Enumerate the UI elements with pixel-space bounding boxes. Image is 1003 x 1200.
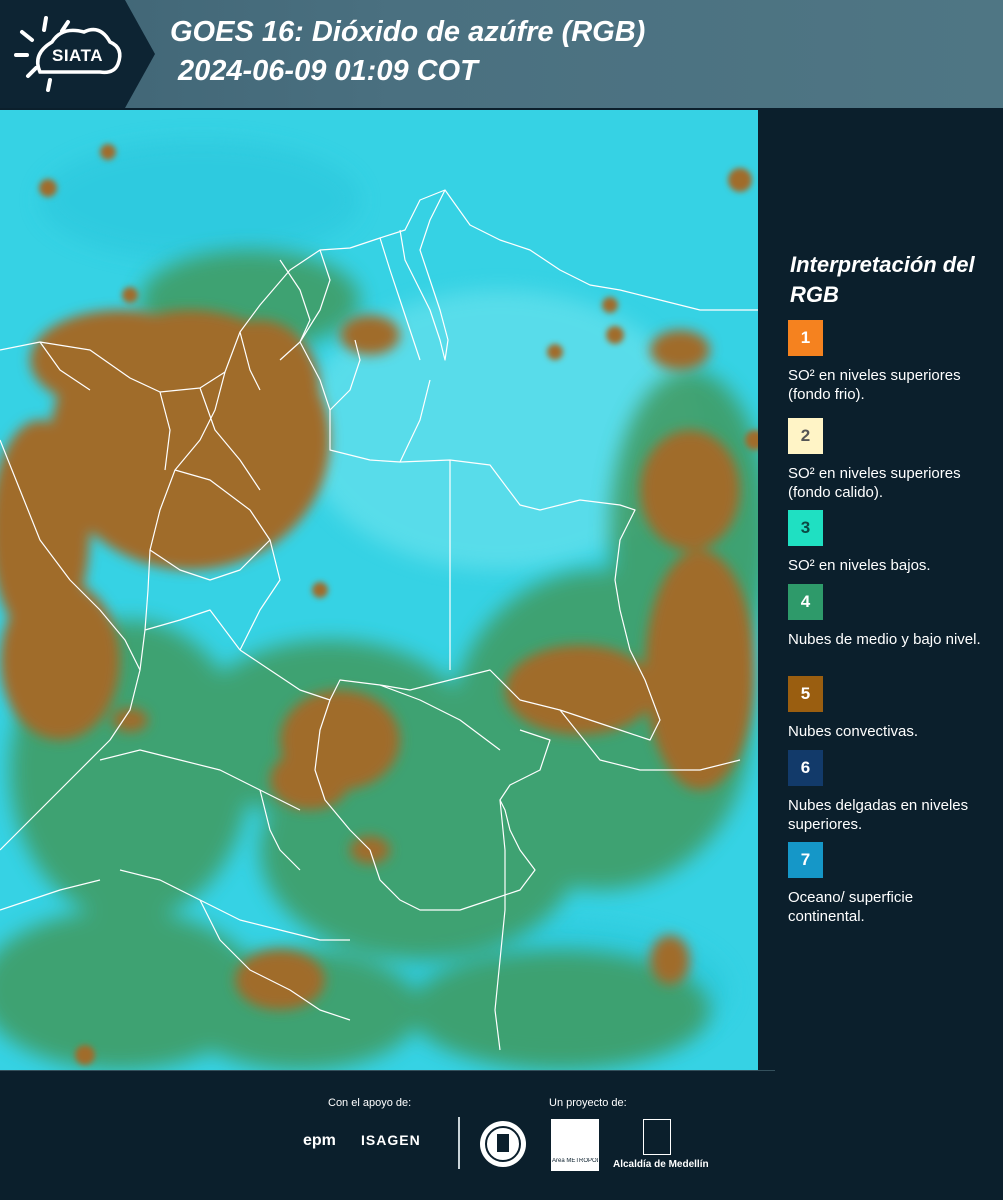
legend-swatch-5: 5 xyxy=(788,676,823,712)
siata-logo-text: SIATA xyxy=(52,46,103,65)
legend-panel: Interpretación del RGB 1 SO² en niveles … xyxy=(760,110,1003,1070)
rgb-satellite-image xyxy=(0,110,758,1070)
legend-title: Interpretación del RGB xyxy=(790,252,975,307)
legend-swatch-6: 6 xyxy=(788,750,823,786)
header: SIATA GOES 16: Dióxido de azúfre (RGB) 2… xyxy=(0,0,1003,110)
legend-item-5: 5 Nubes convectivas. xyxy=(788,676,993,741)
legend-desc-6: Nubes delgadas en niveles superiores. xyxy=(788,797,969,833)
legend-swatch-1: 1 xyxy=(788,320,823,356)
legend-desc-5: Nubes convectivas. xyxy=(788,723,919,740)
legend-desc-1: SO² en niveles superiores (fondo frio). xyxy=(788,367,961,403)
legend-item-3: 3 SO² en niveles bajos. xyxy=(788,510,993,575)
legend-swatch-4: 4 xyxy=(788,584,823,620)
legend-swatch-7: 7 xyxy=(788,842,823,878)
epm-logo: epm xyxy=(303,1132,336,1149)
medellin-seal-icon xyxy=(480,1121,526,1167)
legend-item-2: 2 SO² en niveles superiores (fondo calid… xyxy=(788,418,993,502)
timestamp: 2024-06-09 01:09 COT xyxy=(178,55,478,87)
legend-swatch-2: 2 xyxy=(788,418,823,454)
siata-logo: SIATA xyxy=(0,0,160,108)
legend-desc-2: SO² en niveles superiores (fondo calido)… xyxy=(788,465,961,501)
project-label: Un proyecto de: xyxy=(549,1097,627,1109)
legend-desc-3: SO² en niveles bajos. xyxy=(788,557,931,574)
satellite-map[interactable] xyxy=(0,110,758,1070)
alcaldia-crest-icon xyxy=(643,1119,671,1155)
legend-item-1: 1 SO² en niveles superiores (fondo frio)… xyxy=(788,320,993,404)
legend-desc-7: Oceano/ superficie continental. xyxy=(788,889,914,925)
legend-desc-4: Nubes de medio y bajo nivel. xyxy=(788,631,981,648)
footer-separator xyxy=(458,1117,460,1169)
area-metropolitana-text: Área METROPOLITANA Valle de Aburrá xyxy=(552,1158,598,1164)
legend-item-4: 4 Nubes de medio y bajo nivel. xyxy=(788,584,993,649)
page-title: GOES 16: Dióxido de azúfre (RGB) xyxy=(170,16,646,48)
legend-item-7: 7 Oceano/ superficie continental. xyxy=(788,842,993,926)
legend-item-6: 6 Nubes delgadas en niveles superiores. xyxy=(788,750,993,834)
footer: Con el apoyo de: Un proyecto de: epm ISA… xyxy=(0,1070,1003,1200)
footer-divider-line xyxy=(0,1070,775,1071)
isagen-logo: ISAGEN xyxy=(361,1132,421,1148)
alcaldia-logo-text: Alcaldía de Medellín xyxy=(613,1159,709,1170)
legend-swatch-3: 3 xyxy=(788,510,823,546)
support-label: Con el apoyo de: xyxy=(328,1097,412,1109)
